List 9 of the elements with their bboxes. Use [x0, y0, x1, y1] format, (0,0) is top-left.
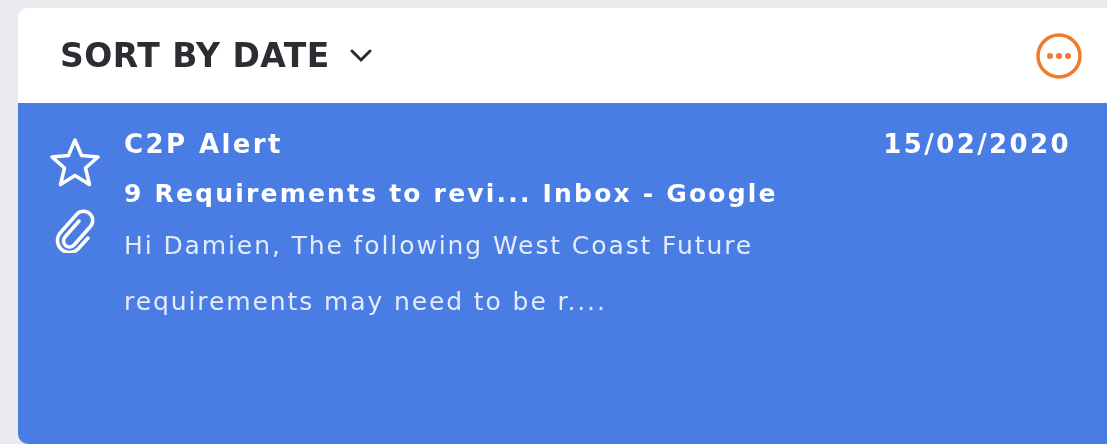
message-date: 15/02/2020 [883, 129, 1071, 159]
chevron-down-icon [349, 48, 372, 63]
message-subject: 9 Requirements to revi... Inbox - Google [124, 179, 779, 208]
star-icon[interactable] [48, 137, 102, 189]
message-preview: Hi Damien, The following West Coast Future requirements may need to be r.... [124, 230, 755, 318]
message-item[interactable]: C2P Alert 15/02/2020 9 Requirements to revi... Inbox - Google Hi Damien, The following West Coast Future requirements may need to be r.... [18, 103, 1107, 444]
sender-name: C2P Alert [124, 129, 283, 159]
more-icon[interactable] [1035, 31, 1083, 80]
sort-dropdown[interactable]: SORT BY DATE [60, 36, 372, 75]
